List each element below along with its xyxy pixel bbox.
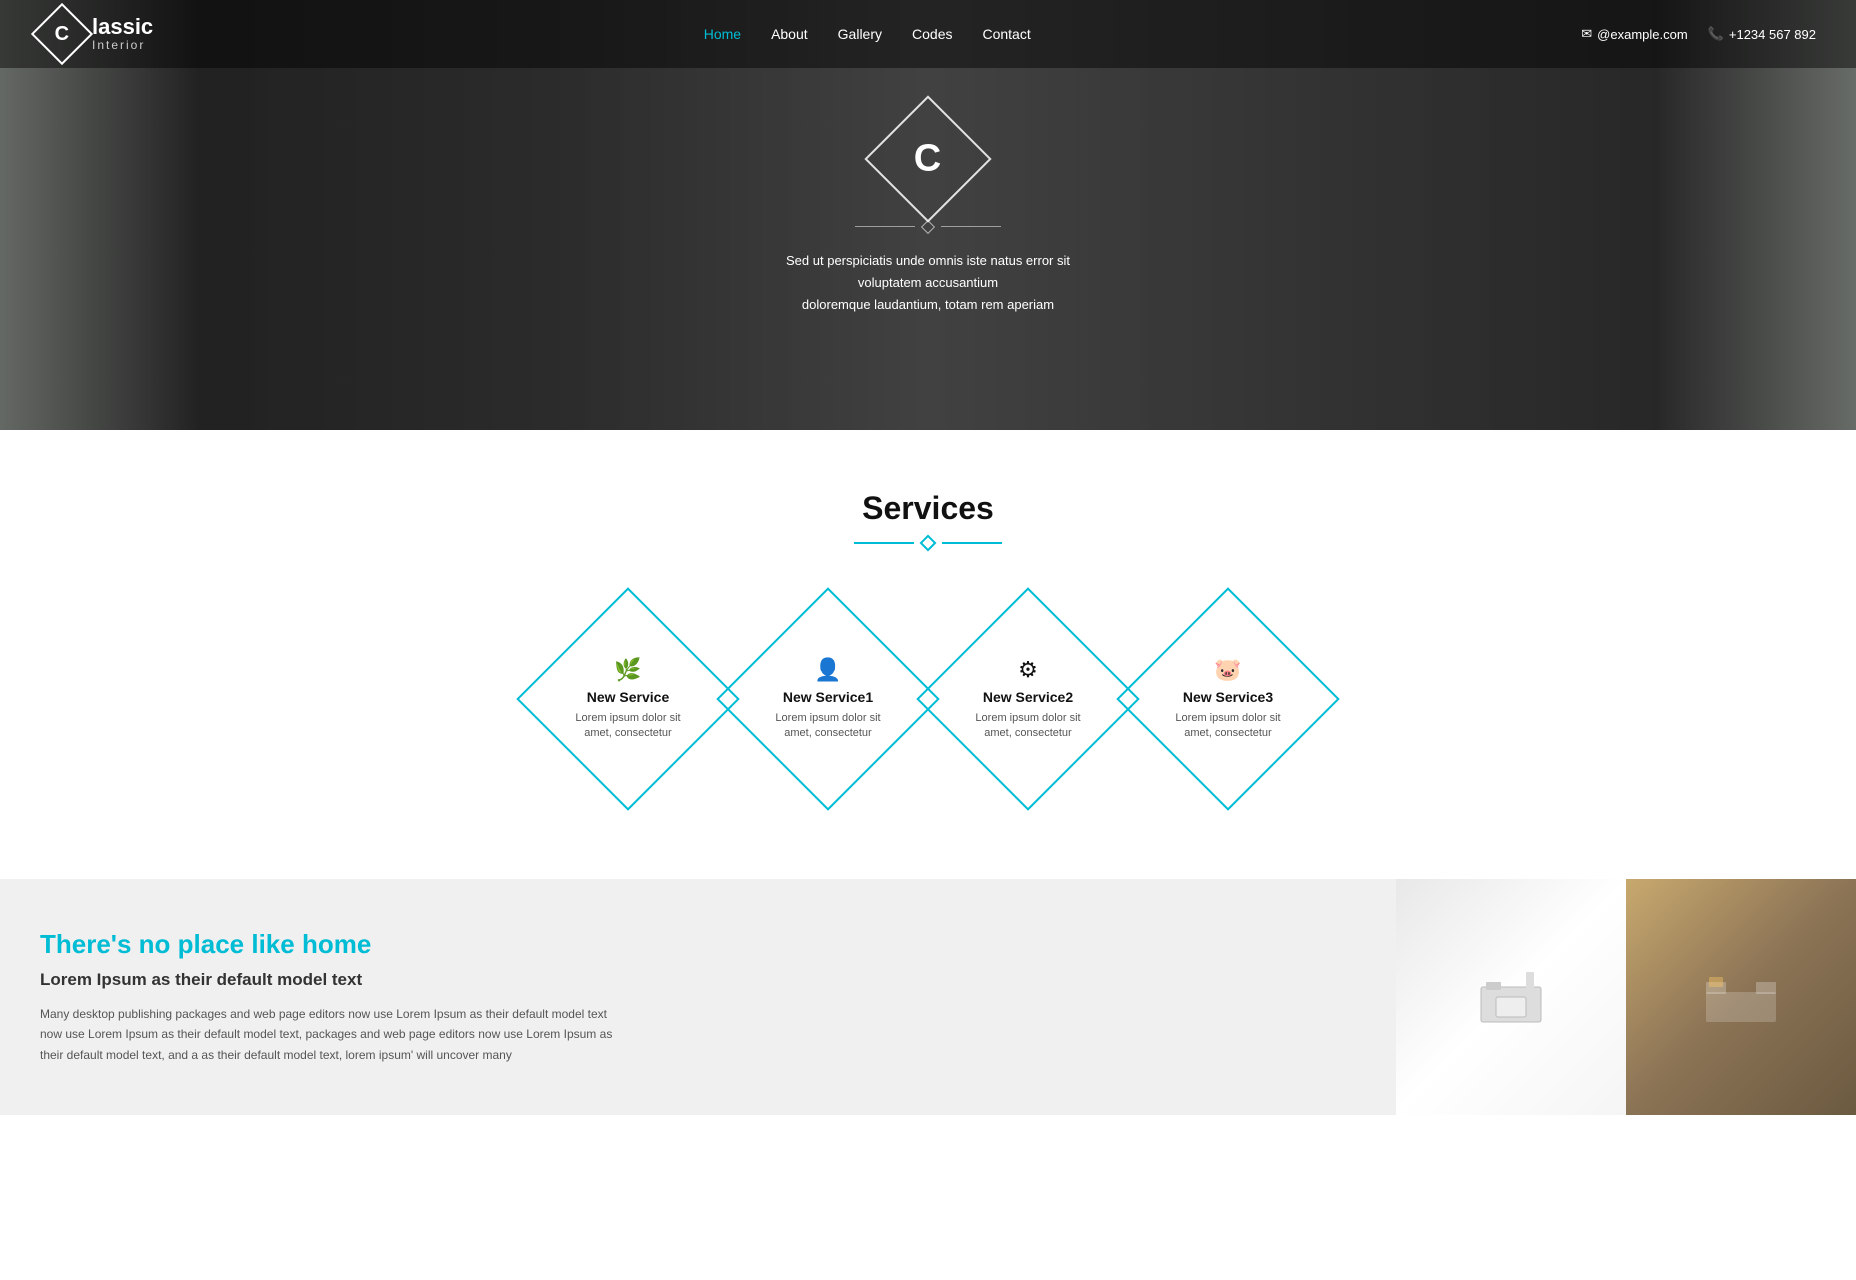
- services-divider: [40, 537, 1816, 549]
- service-name-2: New Service2: [983, 689, 1073, 705]
- divider-diamond: [921, 220, 935, 234]
- bathroom-image: [1396, 879, 1626, 1115]
- services-divider-line-right: [942, 542, 1002, 544]
- nav-about[interactable]: About: [771, 26, 808, 42]
- service-name-3: New Service3: [1183, 689, 1273, 705]
- nav-codes[interactable]: Codes: [912, 26, 952, 42]
- hero-divider: [855, 222, 1001, 232]
- bottom-images: [1396, 879, 1856, 1115]
- navbar: C lassic Interior Home About Gallery Cod…: [0, 0, 1856, 68]
- bottom-left: There's no place like home Lorem Ipsum a…: [0, 879, 1396, 1115]
- phone-icon: 📞: [1708, 26, 1724, 42]
- service-card-1[interactable]: 👤 New Service1 Lorem ipsum dolor sit ame…: [738, 609, 918, 789]
- service-desc-1: Lorem ipsum dolor sit amet, consectetur: [768, 711, 888, 742]
- bottom-section: There's no place like home Lorem Ipsum a…: [0, 879, 1856, 1115]
- services-title: Services: [40, 490, 1816, 527]
- hero-content: C Sed ut perspiciatis unde omnis iste na…: [768, 114, 1088, 316]
- email-contact: ✉ @example.com: [1581, 26, 1687, 42]
- service-desc-2: Lorem ipsum dolor sit amet, consectetur: [968, 711, 1088, 742]
- service-inner-2: ⚙ New Service2 Lorem ipsum dolor sit ame…: [968, 657, 1088, 742]
- service-icon-2: ⚙: [1018, 657, 1038, 683]
- divider-line-left: [855, 226, 915, 227]
- logo[interactable]: C lassic Interior: [40, 12, 153, 56]
- phone-contact: 📞 +1234 567 892: [1708, 26, 1816, 42]
- logo-sub: Interior: [92, 38, 153, 52]
- hero-logo-diamond: C: [864, 95, 991, 222]
- service-card-0[interactable]: 🌿 New Service Lorem ipsum dolor sit amet…: [538, 609, 718, 789]
- email-icon: ✉: [1581, 26, 1592, 42]
- email-text: @example.com: [1597, 27, 1688, 42]
- service-icon-0: 🌿: [614, 657, 641, 683]
- service-desc-0: Lorem ipsum dolor sit amet, consectetur: [568, 711, 688, 742]
- service-desc-3: Lorem ipsum dolor sit amet, consectetur: [1168, 711, 1288, 742]
- bottom-heading: There's no place like home: [40, 929, 1356, 960]
- service-inner-3: 🐷 New Service3 Lorem ipsum dolor sit ame…: [1168, 657, 1288, 742]
- bottom-subheading: Lorem Ipsum as their default model text: [40, 970, 1356, 990]
- services-divider-diamond: [920, 535, 937, 552]
- nav-home[interactable]: Home: [704, 26, 741, 42]
- service-card-3[interactable]: 🐷 New Service3 Lorem ipsum dolor sit ame…: [1138, 609, 1318, 789]
- logo-letter: C: [55, 22, 69, 45]
- services-section: Services 🌿 New Service Lorem ipsum dolor…: [0, 430, 1856, 879]
- logo-name: lassic: [92, 16, 153, 38]
- service-icon-3: 🐷: [1214, 657, 1241, 683]
- services-grid: 🌿 New Service Lorem ipsum dolor sit amet…: [40, 599, 1816, 799]
- service-name-0: New Service: [587, 689, 670, 705]
- nav-contact[interactable]: Contact: [982, 26, 1030, 42]
- service-name-1: New Service1: [783, 689, 873, 705]
- service-inner-1: 👤 New Service1 Lorem ipsum dolor sit ame…: [768, 657, 888, 742]
- bedroom-svg: [1701, 957, 1781, 1037]
- hero-logo-letter: C: [914, 137, 941, 180]
- service-icon-1: 👤: [814, 657, 841, 683]
- hero-tagline1: Sed ut perspiciatis unde omnis iste natu…: [786, 253, 1070, 290]
- nav-links: Home About Gallery Codes Contact: [704, 26, 1031, 42]
- hero-tagline2: doloremque laudantium, totam rem aperiam: [802, 297, 1054, 312]
- divider-line-right: [941, 226, 1001, 227]
- nav-gallery[interactable]: Gallery: [838, 26, 882, 42]
- bathroom-svg: [1471, 957, 1551, 1037]
- service-inner-0: 🌿 New Service Lorem ipsum dolor sit amet…: [568, 657, 688, 742]
- phone-text: +1234 567 892: [1729, 27, 1816, 42]
- services-divider-line-left: [854, 542, 914, 544]
- logo-diamond: C: [31, 3, 93, 65]
- nav-contact: ✉ @example.com 📞 +1234 567 892: [1581, 26, 1816, 42]
- bottom-body: Many desktop publishing packages and web…: [40, 1004, 620, 1065]
- bedroom-image: [1626, 879, 1856, 1115]
- hero-tagline: Sed ut perspiciatis unde omnis iste natu…: [768, 250, 1088, 316]
- service-card-2[interactable]: ⚙ New Service2 Lorem ipsum dolor sit ame…: [938, 609, 1118, 789]
